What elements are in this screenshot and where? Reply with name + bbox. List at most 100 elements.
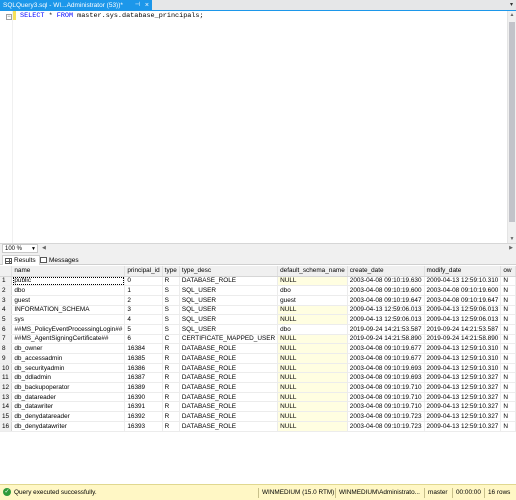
row-number-cell[interactable]: 12 [0,382,13,393]
table-cell[interactable]: 1 [124,285,163,296]
tab-overflow-dropdown-icon[interactable]: ▾ [510,0,513,11]
table-cell[interactable]: 2019-09-24 14:21:53.587 [347,324,425,335]
scroll-up-icon[interactable]: ▲ [508,11,516,19]
table-cell[interactable]: N [500,343,516,354]
table-cell[interactable]: 2009-04-13 12:59:10.327 [424,421,502,432]
table-cell[interactable]: 16392 [124,411,163,422]
table-cell[interactable]: 2009-04-13 12:59:06.013 [424,314,502,325]
table-cell[interactable]: NULL [277,411,348,422]
row-number-cell[interactable]: 8 [0,343,13,354]
pin-icon[interactable]: ⊣ [135,0,140,11]
table-cell[interactable]: 2003-04-08 09:10:19.677 [347,353,425,364]
tab-messages[interactable]: Messages [38,255,82,265]
table-cell[interactable]: 6 [124,334,163,345]
scroll-down-icon[interactable]: ▼ [508,235,516,243]
document-tab-title[interactable]: SQLQuery3.sql - WI...Administrator (53))… [3,2,123,9]
table-cell[interactable]: 16393 [124,421,163,432]
row-number-cell[interactable]: 15 [0,411,13,422]
table-cell[interactable]: 0 [124,276,163,287]
table-cell[interactable]: guest [277,295,348,306]
row-number-cell[interactable]: 3 [0,295,13,306]
table-cell[interactable]: 2019-09-24 14:21:58.890 [424,334,502,345]
document-tab[interactable]: SQLQuery3.sql - WI...Administrator (53))… [0,0,152,11]
row-number-cell[interactable]: 7 [0,334,13,345]
table-cell[interactable]: 2003-04-08 09:10:19.647 [347,295,425,306]
table-cell[interactable]: 2009-04-13 12:59:10.310 [424,353,502,364]
row-number-cell[interactable]: 10 [0,363,13,374]
table-cell[interactable]: R [162,343,180,354]
table-cell[interactable]: 2 [124,295,163,306]
table-cell[interactable]: DATABASE_ROLE [179,382,279,393]
table-cell[interactable]: guest [11,295,126,306]
table-cell[interactable]: 2019-09-24 14:21:53.587 [424,324,502,335]
table-cell[interactable]: dbo [277,324,348,335]
table-cell[interactable]: S [162,285,180,296]
table-cell[interactable]: db_datareader [11,392,126,403]
table-cell[interactable]: db_ddladmin [11,372,126,384]
table-cell[interactable]: 2009-04-13 12:59:10.327 [424,372,502,384]
table-cell[interactable]: db_datawriter [11,401,126,413]
table-cell[interactable]: 16384 [124,343,163,354]
scroll-left-icon[interactable]: ◀ [42,245,46,251]
row-number-cell[interactable]: 5 [0,314,13,325]
query-editor[interactable]: − SELECT * FROM master.sys.database_prin… [0,11,516,243]
table-cell[interactable]: 16387 [124,372,163,384]
row-number-cell[interactable]: 4 [0,305,13,316]
table-cell[interactable]: NULL [277,343,348,354]
table-cell[interactable]: 2003-04-08 09:10:19.710 [347,401,425,413]
table-cell[interactable]: NULL [277,314,348,325]
table-cell[interactable]: S [162,305,180,316]
scroll-right-icon[interactable]: ▶ [509,245,513,251]
table-cell[interactable]: 2019-09-24 14:21:58.890 [347,334,425,345]
table-cell[interactable]: SQL_USER [179,305,279,316]
table-cell[interactable]: 2003-04-08 09:10:19.693 [347,363,425,374]
table-cell[interactable]: 3 [124,305,163,316]
table-cell[interactable]: dbo [277,285,348,296]
table-row[interactable]: 10 db_securityadmin 16386 R DATABASE_ROLE NUL… [0,363,516,374]
table-row[interactable]: 2 dbo 1 S SQL_USER dbo 2003-04-08 09:10:19.600… [0,285,516,296]
table-cell[interactable]: 16390 [124,392,163,403]
table-cell[interactable]: NULL [277,334,348,345]
table-cell[interactable]: 2003-04-08 09:10:19.647 [424,295,502,306]
table-cell[interactable]: 2003-04-08 09:10:19.630 [347,276,425,287]
table-cell[interactable]: 2003-04-08 09:10:19.723 [347,411,425,422]
scrollbar-thumb[interactable] [509,22,515,222]
table-cell[interactable]: N [500,382,516,393]
row-number-cell[interactable]: 14 [0,401,13,413]
table-cell[interactable]: N [500,295,516,306]
table-cell[interactable]: DATABASE_ROLE [179,392,279,403]
table-row[interactable]: 15 db_denydatareader 16392 R DATABASE_ROLE NU… [0,411,516,422]
table-row[interactable]: 14 db_datawriter 16391 R DATABASE_ROLE NULL 20… [0,401,516,413]
column-header[interactable]: principal_id [124,266,163,277]
table-cell[interactable]: CERTIFICATE_MAPPED_USER [179,334,279,345]
table-cell[interactable]: 2003-04-08 09:10:19.710 [347,382,425,393]
table-cell[interactable]: N [500,411,516,422]
row-number-cell[interactable]: 16 [0,421,13,432]
table-cell[interactable]: 2003-04-08 09:10:19.710 [347,392,425,403]
row-number-header[interactable] [0,266,13,277]
table-cell[interactable]: NULL [277,276,348,287]
table-cell[interactable]: N [500,353,516,364]
table-cell[interactable]: N [500,305,516,316]
table-cell[interactable]: N [500,285,516,296]
collapse-icon[interactable]: − [6,14,12,20]
table-cell[interactable]: 2003-04-08 09:10:19.723 [347,421,425,432]
table-cell[interactable]: db_securityadmin [11,363,126,374]
table-row[interactable]: 9 db_accessadmin 16385 R DATABASE_ROLE NULL 20… [0,353,516,364]
row-number-cell[interactable]: 6 [0,324,13,335]
row-number-cell[interactable]: 1 [0,276,13,287]
table-cell[interactable]: N [500,334,516,345]
table-cell[interactable]: INFORMATION_SCHEMA [11,305,126,316]
table-cell[interactable]: 16386 [124,363,163,374]
table-cell[interactable]: 2009-04-13 12:59:10.310 [424,363,502,374]
table-cell[interactable]: R [162,363,180,374]
column-header[interactable]: name [11,266,126,277]
table-cell[interactable]: NULL [277,363,348,374]
table-cell[interactable]: S [162,324,180,335]
table-cell[interactable]: R [162,382,180,393]
table-cell[interactable]: 2009-04-13 12:59:10.327 [424,401,502,413]
table-row[interactable]: 5 sys 4 S SQL_USER NULL 2009-04-13 12:59:06.01… [0,314,516,325]
column-header[interactable]: type [162,266,180,277]
table-cell[interactable]: ##MS_AgentSigningCertificate## [11,334,126,345]
zoom-dropdown[interactable]: 100 % ▼ [2,244,38,253]
